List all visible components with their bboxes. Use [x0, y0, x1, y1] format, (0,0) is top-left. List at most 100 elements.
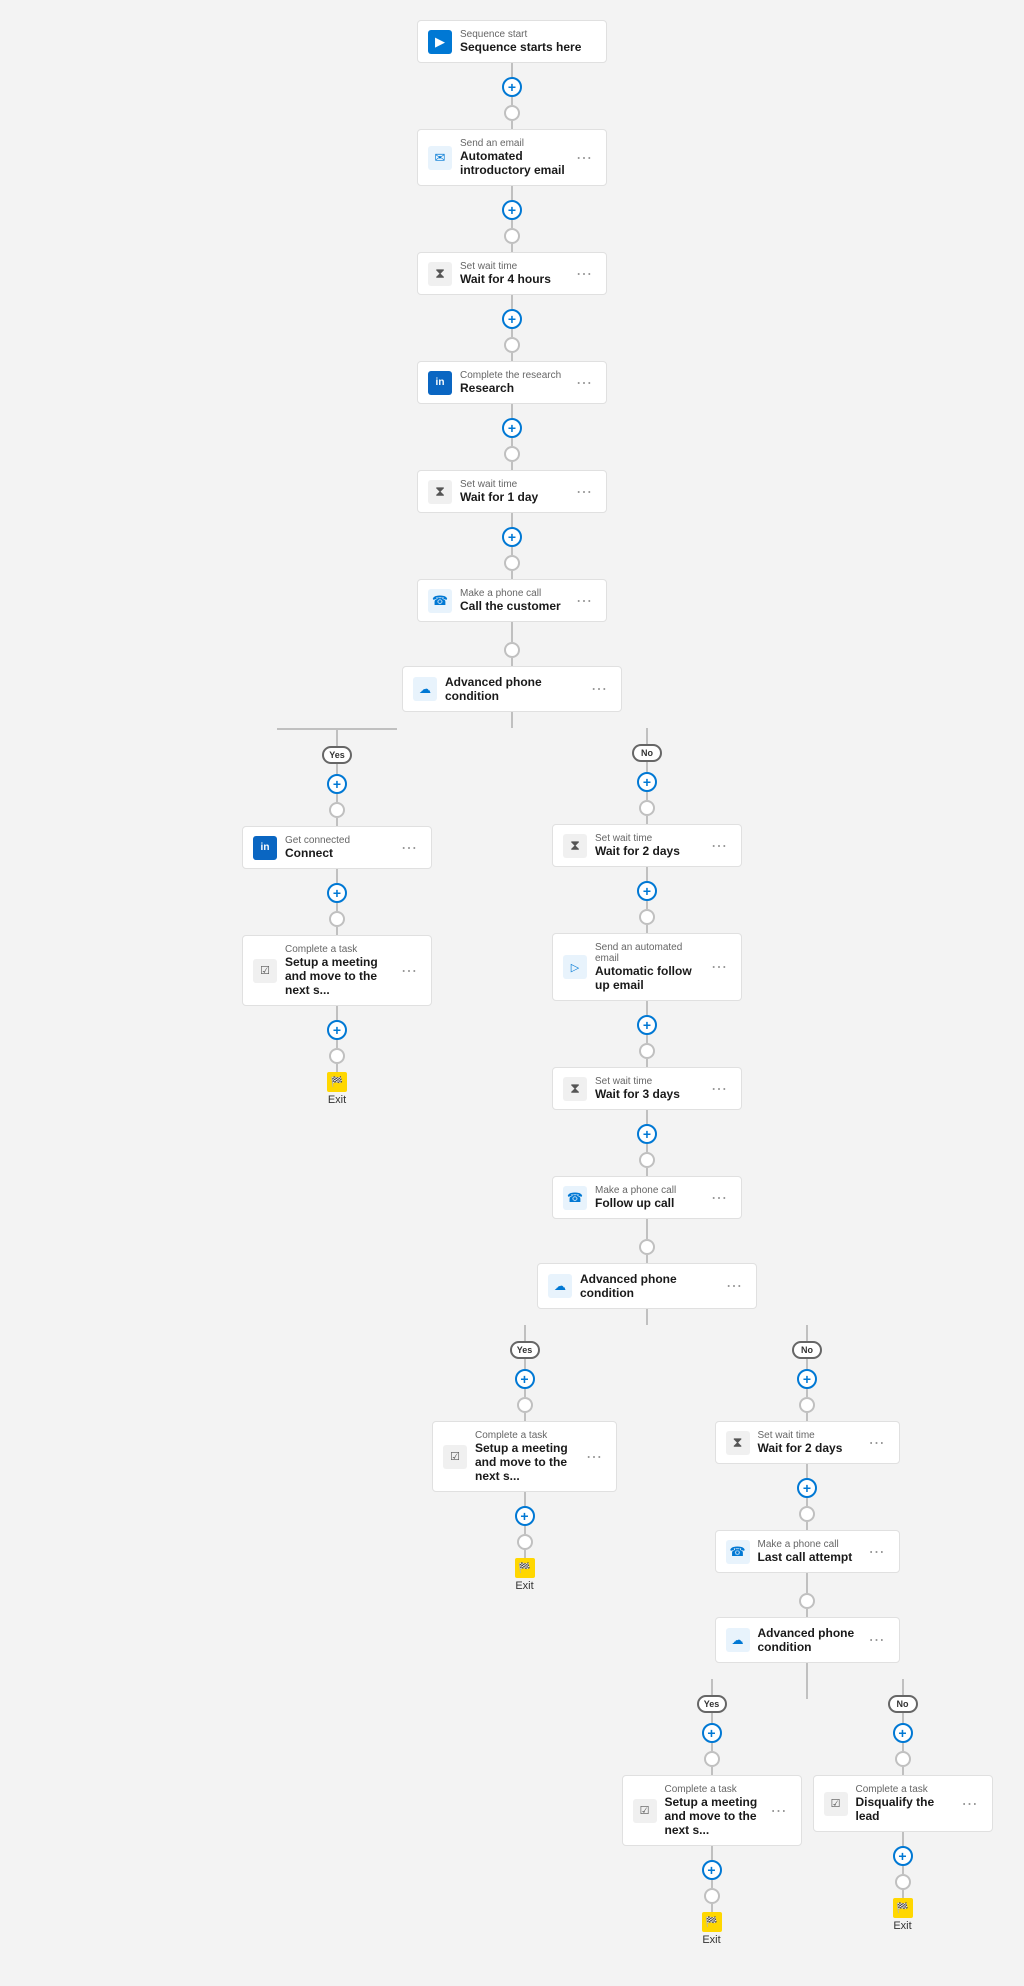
condition-3-menu[interactable]: ⋯: [865, 1628, 889, 1652]
connector-circle: [517, 1534, 533, 1550]
wait-1-section: ⧗ Set wait time Wait for 4 hours ⋯ +: [417, 252, 607, 361]
connector-circle: [329, 802, 345, 818]
task-3-title: Setup a meeting and move to the next s..…: [665, 1795, 767, 1837]
task-3-menu[interactable]: ⋯: [767, 1799, 791, 1823]
wait-4-label: Set wait time: [595, 1076, 707, 1087]
send-email-1-label: Send an email: [460, 138, 572, 149]
wait-2-title: Wait for 1 day: [460, 490, 572, 504]
connector-line: [511, 186, 513, 200]
add-btn[interactable]: +: [893, 1846, 913, 1866]
add-button[interactable]: +: [502, 527, 522, 547]
connect-menu[interactable]: ⋯: [397, 836, 421, 860]
wait-4-menu[interactable]: ⋯: [707, 1077, 731, 1101]
task-icon-1: ☑: [253, 959, 277, 983]
add-button[interactable]: +: [502, 418, 522, 438]
connector-line: [511, 220, 513, 228]
branch-1-hline-row: Yes + in Get connected Connect: [242, 728, 782, 1946]
workflow-canvas: ▶ Sequence start Sequence starts here + …: [0, 0, 1024, 1986]
add-button[interactable]: +: [502, 77, 522, 97]
add-btn[interactable]: +: [702, 1860, 722, 1880]
research-node: in Complete the research Research ⋯: [417, 361, 607, 404]
connector-circle: [639, 800, 655, 816]
condition-icon-3: ☁: [726, 1628, 750, 1652]
connector-line: [511, 513, 513, 527]
add-button[interactable]: +: [502, 200, 522, 220]
exit-icon-1: 🏁: [327, 1072, 347, 1092]
phone-call-2-menu[interactable]: ⋯: [707, 1186, 731, 1210]
branch-2: Yes + ☑ Complete a task: [432, 1325, 862, 1946]
add-btn[interactable]: +: [797, 1369, 817, 1389]
condition-1-title: Advanced phone condition: [445, 675, 587, 703]
exit-icon-2: 🏁: [515, 1558, 535, 1578]
auto-email-title: Automatic follow up email: [595, 964, 707, 992]
send-email-1-section: ✉ Send an email Automated introductory e…: [417, 129, 607, 252]
add-btn[interactable]: +: [515, 1506, 535, 1526]
task-3-node: ☑ Complete a task Setup a meeting and mo…: [622, 1775, 802, 1846]
add-btn[interactable]: +: [637, 1015, 657, 1035]
sequence-start-label: Sequence start: [460, 29, 596, 40]
exit-2-label: Exit: [515, 1580, 533, 1592]
task-1-menu[interactable]: ⋯: [397, 959, 421, 983]
phone-call-1-node: ☎ Make a phone call Call the customer ⋯: [417, 579, 607, 622]
send-email-1-menu[interactable]: ⋯: [572, 146, 596, 170]
connector-circle: [895, 1874, 911, 1890]
add-btn[interactable]: +: [637, 881, 657, 901]
add-btn[interactable]: +: [327, 883, 347, 903]
add-btn[interactable]: +: [515, 1369, 535, 1389]
wait-3-menu[interactable]: ⋯: [707, 834, 731, 858]
task-icon-2: ☑: [443, 1445, 467, 1469]
branch-1-inner: Yes + in Get connected Connect: [0, 728, 1024, 1946]
phone-call-1-menu[interactable]: ⋯: [572, 589, 596, 613]
auto-email-label: Send an automated email: [595, 942, 707, 964]
add-btn[interactable]: +: [797, 1478, 817, 1498]
condition-3-node: ☁ Advanced phone condition ⋯: [715, 1617, 900, 1663]
condition-icon-2: ☁: [548, 1274, 572, 1298]
phone-call-3-menu[interactable]: ⋯: [865, 1540, 889, 1564]
auto-email-menu[interactable]: ⋯: [707, 955, 731, 979]
branch-3: Yes + ☑: [617, 1679, 997, 1946]
branch-yes-col: Yes + in Get connected Connect: [242, 728, 432, 1106]
no-add-btn[interactable]: +: [637, 772, 657, 792]
exit-3-node: 🏁 Exit: [702, 1912, 722, 1946]
yes-badge-2: Yes: [510, 1341, 540, 1359]
wait-1-menu[interactable]: ⋯: [572, 262, 596, 286]
task-2-menu[interactable]: ⋯: [582, 1445, 606, 1469]
disqualify-title: Disqualify the lead: [856, 1795, 958, 1823]
sequence-start-icon: ▶: [428, 30, 452, 54]
research-menu[interactable]: ⋯: [572, 371, 596, 395]
wait-1-title: Wait for 4 hours: [460, 272, 572, 286]
connector-line: [511, 658, 513, 666]
wait-5-title: Wait for 2 days: [758, 1441, 865, 1455]
send-email-1-node: ✉ Send an email Automated introductory e…: [417, 129, 607, 186]
add-btn[interactable]: +: [893, 1723, 913, 1743]
phone-call-3-label: Make a phone call: [758, 1539, 865, 1550]
no-badge-2: No: [792, 1341, 822, 1359]
wait-3-label: Set wait time: [595, 833, 707, 844]
wait-2-menu[interactable]: ⋯: [572, 480, 596, 504]
condition-1-menu[interactable]: ⋯: [587, 677, 611, 701]
add-btn[interactable]: +: [637, 1124, 657, 1144]
connector-circle: [329, 911, 345, 927]
connector-circle: [329, 1048, 345, 1064]
connect-node: in Get connected Connect ⋯: [242, 826, 432, 869]
phone-icon-1: ☎: [428, 589, 452, 613]
yes-badge-3: Yes: [697, 1695, 727, 1713]
add-btn[interactable]: +: [327, 1020, 347, 1040]
connector-line: [511, 712, 513, 728]
connector-line: [511, 438, 513, 446]
connector-circle: [799, 1593, 815, 1609]
condition-2-menu[interactable]: ⋯: [722, 1274, 746, 1298]
wait-icon-3: ⧗: [563, 834, 587, 858]
add-btn[interactable]: +: [702, 1723, 722, 1743]
task-1-node: ☑ Complete a task Setup a meeting and mo…: [242, 935, 432, 1006]
disqualify-label: Complete a task: [856, 1784, 958, 1795]
exit-2-node: 🏁 Exit: [515, 1558, 535, 1592]
wait-3-node: ⧗ Set wait time Wait for 2 days ⋯: [552, 824, 742, 867]
disqualify-menu[interactable]: ⋯: [958, 1792, 982, 1816]
wait-5-menu[interactable]: ⋯: [865, 1431, 889, 1455]
yes-add-btn[interactable]: +: [327, 774, 347, 794]
connector-line: [511, 404, 513, 418]
connector-line: [511, 462, 513, 470]
exit-1-label: Exit: [328, 1094, 346, 1106]
add-button[interactable]: +: [502, 309, 522, 329]
